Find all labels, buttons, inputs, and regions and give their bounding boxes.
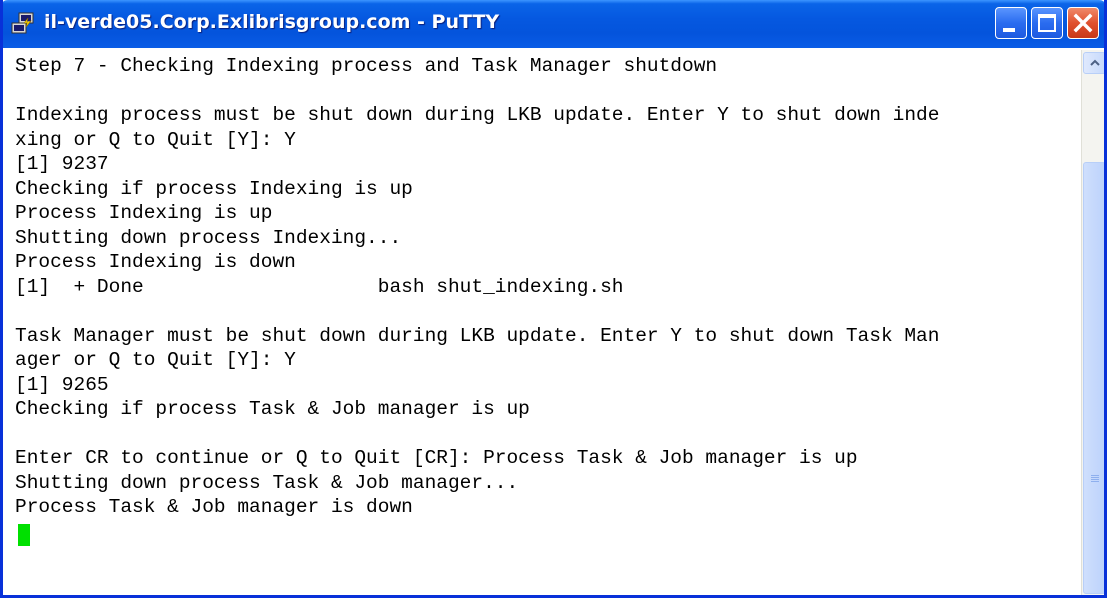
- terminal-cursor: [18, 524, 30, 546]
- putty-icon: [11, 12, 34, 34]
- terminal-line: [1] + Done bash shut_indexing.sh: [15, 276, 624, 298]
- scroll-up-button[interactable]: [1083, 52, 1104, 74]
- close-icon: [1073, 13, 1093, 33]
- terminal-line: ager or Q to Quit [Y]: Y: [15, 349, 296, 371]
- close-button[interactable]: [1067, 7, 1099, 39]
- terminal-line: Process Indexing is up: [15, 202, 273, 224]
- putty-window: il-verde05.Corp.Exlibrisgroup.com - PuTT…: [0, 0, 1107, 598]
- terminal-line: Shutting down process Task & Job manager…: [15, 472, 519, 494]
- terminal-line: xing or Q to Quit [Y]: Y: [15, 129, 296, 151]
- terminal-output[interactable]: Step 7 - Checking Indexing process and T…: [10, 50, 1080, 595]
- terminal-line: Checking if process Indexing is up: [15, 178, 413, 200]
- terminal-line: Shutting down process Indexing...: [15, 227, 402, 249]
- terminal-line: Checking if process Task & Job manager i…: [15, 398, 530, 420]
- minimize-button[interactable]: [995, 7, 1027, 39]
- chevron-up-icon: [1090, 59, 1100, 66]
- window-title: il-verde05.Corp.Exlibrisgroup.com - PuTT…: [44, 11, 500, 33]
- terminal-line: Task Manager must be shut down during LK…: [15, 325, 940, 347]
- terminal-line: [1] 9237: [15, 153, 109, 175]
- vertical-scrollbar[interactable]: [1081, 50, 1104, 595]
- terminal-line: Enter CR to continue or Q to Quit [CR]: …: [15, 447, 858, 469]
- terminal-line: Indexing process must be shut down durin…: [15, 104, 940, 126]
- terminal-line: Process Task & Job manager is down: [15, 496, 413, 518]
- terminal-line: Step 7 - Checking Indexing process and T…: [15, 55, 718, 77]
- scrollbar-thumb[interactable]: [1083, 162, 1104, 594]
- minimize-icon: [1003, 28, 1015, 32]
- terminal-line: [1] 9265: [15, 374, 109, 396]
- title-bar[interactable]: il-verde05.Corp.Exlibrisgroup.com - PuTT…: [3, 0, 1104, 48]
- grip-icon: [1091, 475, 1099, 483]
- terminal-line: Process Indexing is down: [15, 251, 296, 273]
- maximize-button[interactable]: [1031, 7, 1063, 39]
- maximize-icon: [1038, 14, 1056, 32]
